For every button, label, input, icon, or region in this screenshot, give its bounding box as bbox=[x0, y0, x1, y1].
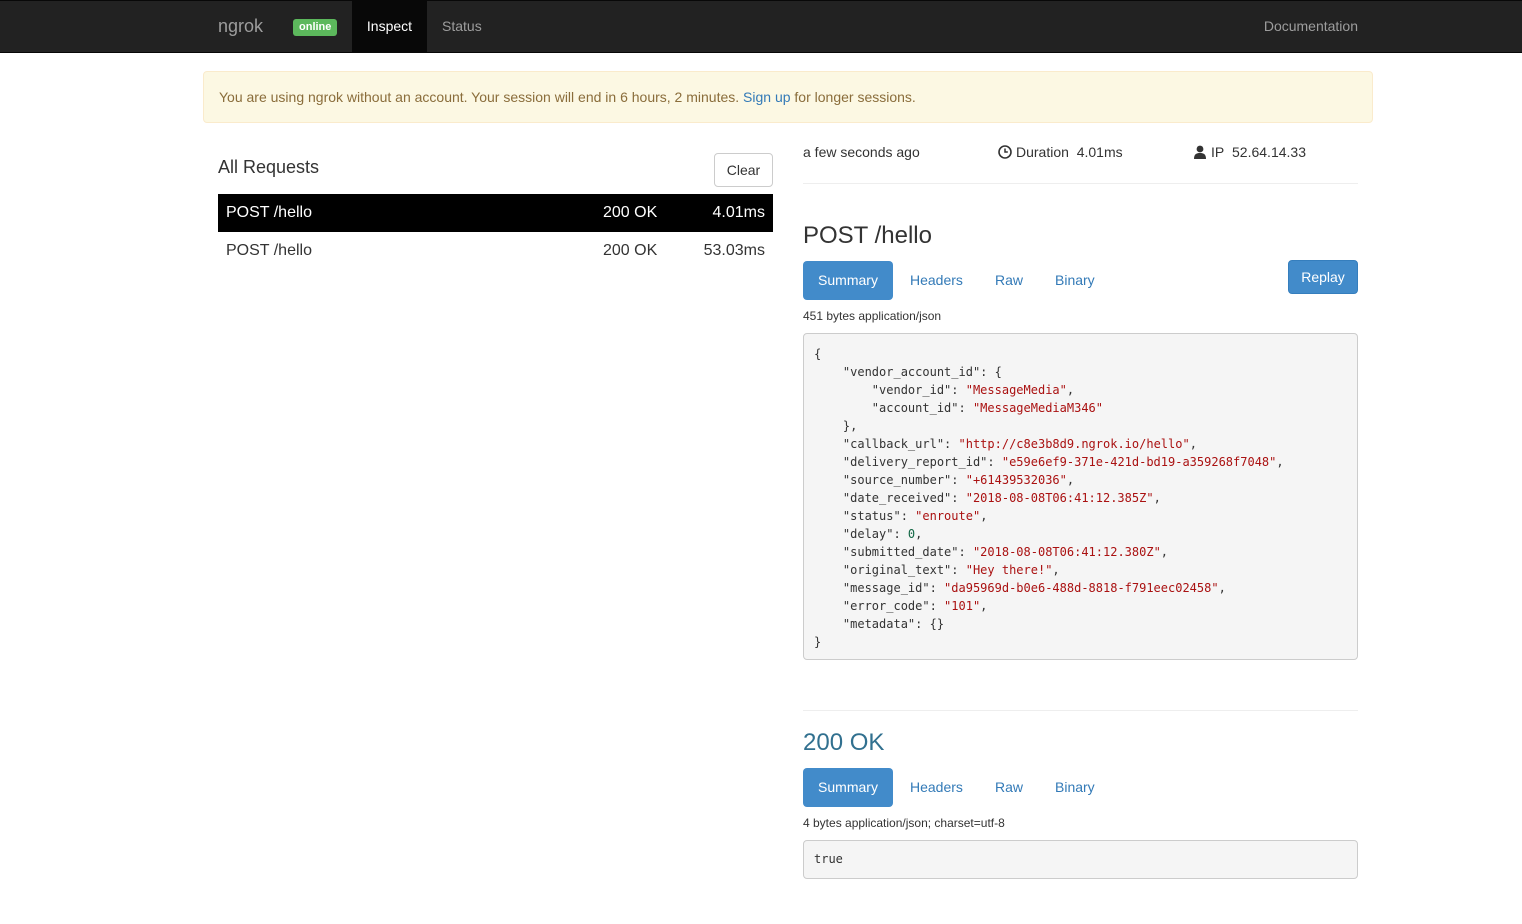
json-token: "metadata": {} bbox=[814, 617, 945, 631]
json-token: "Hey there!" bbox=[965, 563, 1053, 577]
response-body[interactable]: true bbox=[803, 840, 1358, 879]
request-duration-meta: Duration 4.01ms bbox=[998, 144, 1123, 160]
nav-tab-status[interactable]: Status bbox=[442, 1, 482, 52]
request-tab-raw[interactable]: Raw bbox=[980, 261, 1038, 300]
divider bbox=[803, 710, 1358, 711]
request-tab-summary[interactable]: Summary bbox=[803, 261, 893, 300]
request-title: POST /hello bbox=[803, 222, 932, 249]
account-warning-alert: You are using ngrok without an account. … bbox=[203, 71, 1373, 123]
json-token: } bbox=[814, 635, 822, 649]
json-token: , bbox=[1066, 383, 1075, 397]
json-token: "http://c8e3b8d9.ngrok.io/hello" bbox=[958, 437, 1190, 451]
top-navbar: ngrok online Inspect Status Documentatio… bbox=[0, 0, 1522, 53]
json-token: "2018-08-08T06:41:12.385Z" bbox=[965, 491, 1154, 505]
request-method-path: POST /hello bbox=[226, 204, 312, 221]
duration-value: 4.01ms bbox=[1076, 144, 1123, 160]
json-token: "source_number": bbox=[814, 473, 966, 487]
ip-value: 52.64.14.33 bbox=[1232, 144, 1306, 160]
request-status: 200 OK bbox=[603, 204, 658, 221]
json-token: { bbox=[814, 347, 822, 361]
json-token: "MessageMediaM346" bbox=[972, 401, 1103, 415]
request-tab-binary[interactable]: Binary bbox=[1040, 261, 1110, 300]
request-tab-headers[interactable]: Headers bbox=[895, 261, 978, 300]
json-token: "message_id": bbox=[814, 581, 945, 595]
response-title: 200 OK bbox=[803, 729, 885, 756]
json-token: "e59e6ef9-371e-421d-bd19-a359268f7048" bbox=[1001, 455, 1277, 469]
json-token: , bbox=[1066, 473, 1075, 487]
request-duration: 53.03ms bbox=[703, 242, 765, 259]
alert-text-after: for longer sessions. bbox=[790, 89, 916, 105]
clock-icon bbox=[998, 145, 1012, 159]
json-token: , bbox=[1189, 437, 1197, 451]
json-token: , bbox=[1276, 455, 1284, 469]
request-time: a few seconds ago bbox=[803, 144, 920, 160]
json-token: , bbox=[1218, 581, 1226, 595]
json-token: "original_text": bbox=[814, 563, 966, 577]
online-status-badge: online bbox=[293, 19, 338, 36]
json-token: "101" bbox=[944, 599, 981, 613]
response-size-text: 4 bytes application/json; charset=utf-8 bbox=[803, 816, 1005, 830]
response-tab-raw[interactable]: Raw bbox=[980, 768, 1038, 807]
sign-up-link[interactable]: Sign up bbox=[743, 89, 790, 105]
response-tab-headers[interactable]: Headers bbox=[895, 768, 978, 807]
json-token: "delivery_report_id": bbox=[814, 455, 1002, 469]
json-token: "enroute" bbox=[915, 509, 981, 523]
request-row[interactable]: POST /hello 200 OK 4.01ms bbox=[218, 194, 773, 232]
json-token: "submitted_date": bbox=[814, 545, 973, 559]
json-token: "error_code": bbox=[814, 599, 945, 613]
request-row[interactable]: POST /hello 200 OK 53.03ms bbox=[218, 232, 773, 270]
json-token: "delay": bbox=[814, 527, 908, 541]
duration-label: Duration bbox=[1016, 144, 1069, 160]
response-tab-summary[interactable]: Summary bbox=[803, 768, 893, 807]
json-token: , bbox=[1160, 545, 1169, 559]
request-duration: 4.01ms bbox=[712, 204, 765, 221]
divider bbox=[803, 183, 1358, 184]
json-token: "da95969d-b0e6-488d-8818-f791eec02458" bbox=[944, 581, 1219, 595]
json-token: "callback_url": bbox=[814, 437, 959, 451]
json-token: "vendor_id": bbox=[814, 383, 966, 397]
json-token: "+61439532036" bbox=[965, 473, 1067, 487]
json-token: "vendor_account_id": { bbox=[814, 365, 1002, 379]
json-token: , bbox=[1153, 491, 1161, 505]
json-token: }, bbox=[814, 419, 858, 433]
all-requests-heading: All Requests bbox=[218, 157, 320, 177]
request-method-path: POST /hello bbox=[226, 242, 312, 259]
json-token: "date_received": bbox=[814, 491, 966, 505]
clear-button[interactable]: Clear bbox=[714, 153, 773, 187]
request-ip-meta: IP 52.64.14.33 bbox=[1193, 144, 1306, 160]
response-tab-binary[interactable]: Binary bbox=[1040, 768, 1110, 807]
json-token: , bbox=[1052, 563, 1060, 577]
request-status: 200 OK bbox=[603, 242, 658, 259]
nav-link-documentation[interactable]: Documentation bbox=[1264, 1, 1358, 52]
nav-tab-inspect[interactable]: Inspect bbox=[352, 1, 427, 52]
ip-label: IP bbox=[1211, 144, 1225, 160]
replay-button[interactable]: Replay bbox=[1288, 260, 1358, 294]
brand-logo[interactable]: ngrok bbox=[218, 16, 263, 37]
user-icon bbox=[1193, 145, 1207, 159]
request-size-text: 451 bytes application/json bbox=[803, 309, 942, 323]
request-body[interactable]: { "vendor_account_id": { "vendor_id": "M… bbox=[803, 333, 1358, 660]
json-token: "account_id": bbox=[814, 401, 973, 415]
json-token: "MessageMedia" bbox=[965, 383, 1067, 397]
json-token: , bbox=[980, 599, 988, 613]
json-token: "status": bbox=[814, 509, 916, 523]
alert-text-before: You are using ngrok without an account. … bbox=[219, 89, 744, 105]
json-token: , bbox=[980, 509, 988, 523]
json-token: , bbox=[915, 527, 923, 541]
json-token: "2018-08-08T06:41:12.380Z" bbox=[972, 545, 1161, 559]
